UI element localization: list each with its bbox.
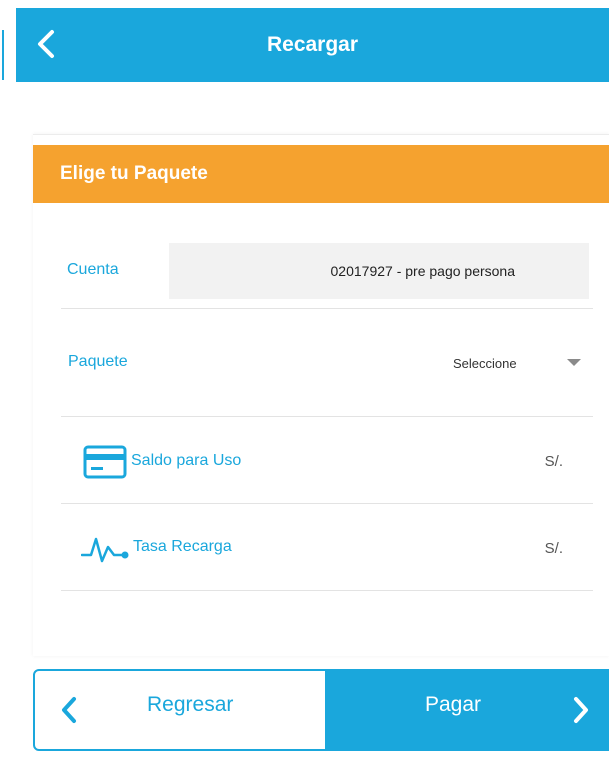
pay-button[interactable]: Pagar: [325, 671, 607, 749]
pulse-icon: [81, 537, 129, 563]
account-row: Cuenta 02017927 - pre pago persona: [61, 233, 593, 309]
card-title: Elige tu Paquete: [33, 145, 609, 203]
chevron-right-icon: [574, 697, 588, 723]
back-button[interactable]: [26, 24, 66, 64]
package-select[interactable]: Seleccione: [453, 343, 593, 383]
top-app-bar: Recargar: [16, 8, 609, 82]
back-action-label: Regresar: [147, 693, 234, 716]
left-edge-strip: [0, 0, 12, 767]
recharge-fee-value: S/.: [544, 540, 563, 557]
edge-marker: [2, 30, 4, 80]
package-label: Paquete: [68, 353, 128, 370]
recharge-fee-row: Tasa Recarga S/.: [61, 504, 593, 591]
recharge-fee-label: Tasa Recarga: [133, 538, 232, 555]
caret-down-icon: [567, 359, 581, 366]
balance-label: Saldo para Uso: [131, 452, 242, 469]
balance-value: S/.: [544, 453, 563, 470]
account-field: 02017927 - pre pago persona: [169, 243, 589, 299]
pay-label: Pagar: [425, 693, 482, 716]
page-title: Recargar: [266, 33, 359, 56]
account-label: Cuenta: [67, 261, 119, 278]
chevron-left-icon: [62, 697, 76, 723]
package-row: Paquete Seleccione: [61, 309, 593, 417]
package-select-value: Seleccione: [453, 355, 517, 371]
package-card: Elige tu Paquete Cuenta 02017927 - pre p…: [33, 134, 609, 656]
chevron-left-icon: [38, 30, 54, 58]
balance-row: Saldo para Uso S/.: [61, 417, 593, 504]
credit-card-icon: [83, 445, 127, 479]
back-action-button[interactable]: Regresar: [35, 671, 325, 749]
bottom-action-bar: Regresar Pagar: [33, 669, 609, 751]
